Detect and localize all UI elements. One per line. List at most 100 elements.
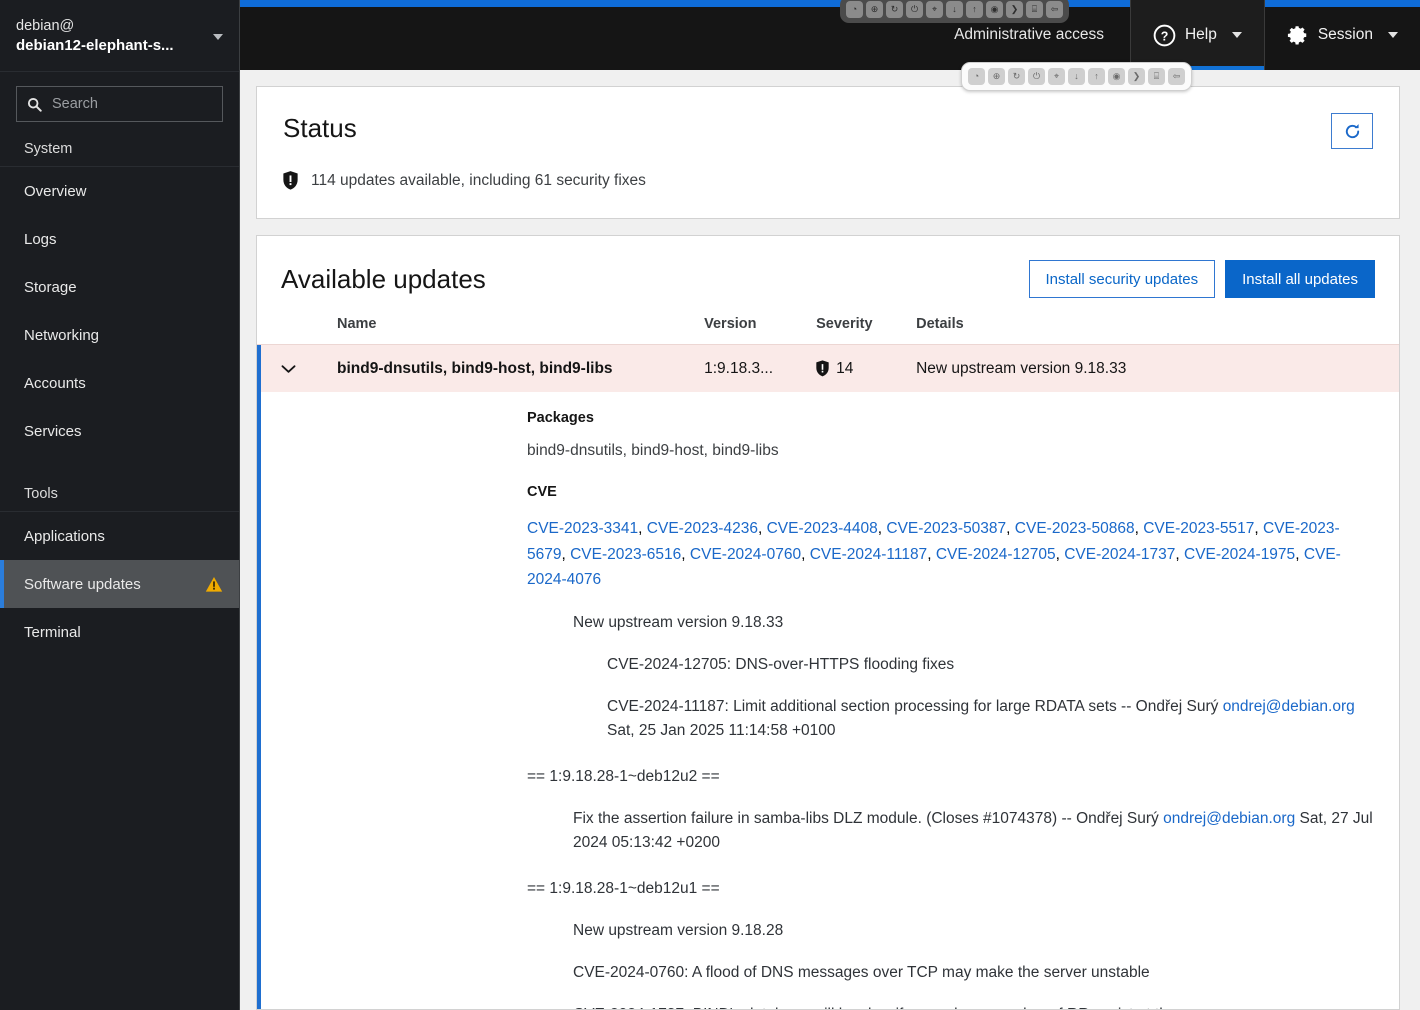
browser-icon[interactable]: ◔ [968,68,985,85]
administrative-access-label: Administrative access [954,26,1104,43]
help-circle-icon: ? [1153,24,1176,46]
install-security-updates-button[interactable]: Install security updates [1028,260,1216,298]
sidebar-item-label: Networking [24,326,100,344]
globe-icon[interactable]: ⊕ [866,1,883,18]
install-all-updates-button[interactable]: Install all updates [1225,260,1375,298]
terminal-icon[interactable]: ❯ [1128,68,1145,85]
host-switcher-labels: debian@ debian12-elephant-s... [16,17,174,55]
changelog-line: CVE-2024-11187: Limit additional section… [607,697,1355,739]
cockpit-window: debian@ debian12-elephant-s... System Ov… [0,0,1420,1010]
floating-dock-dark[interactable]: ◔ ⊕ ↻ ⏻ ⌖ ↓ ↑ ◉ ❯ ⌸ ⇦ [840,0,1069,23]
cve-link[interactable]: CVE-2024-1975 [1184,546,1295,563]
sidebar-item-networking[interactable]: Networking [0,311,239,359]
cve-link[interactable]: CVE-2023-6516 [570,546,681,563]
packages-label: Packages [527,410,594,426]
sidebar-item-services[interactable]: Services [0,407,239,455]
changelog-line: Fix the assertion failure in samba-libs … [573,809,1373,851]
back-icon[interactable]: ⇦ [1046,1,1063,18]
cve-link[interactable]: CVE-2024-0760 [690,546,801,563]
refresh-icon[interactable]: ↻ [1008,68,1025,85]
sidebar-item-software-updates[interactable]: Software updates [0,560,239,608]
cve-link[interactable]: CVE-2023-50387 [886,520,1006,537]
packages-value: bind9-dnsutils, bind9-host, bind9-libs [527,442,779,459]
nav-group-title-system: System [0,132,239,167]
record-icon[interactable]: ◉ [1108,68,1125,85]
help-menu-button[interactable]: ? Help [1129,0,1264,70]
sidebar-item-accounts[interactable]: Accounts [0,359,239,407]
download-icon[interactable]: ↓ [946,1,963,18]
refresh-icon [1345,123,1359,138]
terminal-icon[interactable]: ❯ [1006,1,1023,18]
chevron-down-icon [1231,32,1242,38]
cve-link[interactable]: CVE-2023-4408 [767,520,878,537]
back-icon[interactable]: ⇦ [1168,68,1185,85]
row-expanded-panel: Packages bind9-dnsutils, bind9-host, bin… [257,392,1399,1009]
compass-icon[interactable]: ⌖ [926,1,943,18]
sidebar-item-terminal[interactable]: Terminal [0,608,239,656]
host-switcher[interactable]: debian@ debian12-elephant-s... [0,0,239,72]
search-input[interactable] [52,96,239,112]
status-card: Status 114 updates available, including … [256,86,1400,219]
available-updates-card: Available updates Install security updat… [256,235,1400,1010]
sidebar-item-logs[interactable]: Logs [0,215,239,263]
row-details: New upstream version 9.18.33 [916,359,1127,377]
maintainer-email-link[interactable]: ondrej@debian.org [1223,698,1355,715]
nav-group-title-tools: Tools [0,477,239,512]
status-card-header: Status [283,113,1373,149]
chevron-down-icon [1388,32,1398,38]
sidebar-item-storage[interactable]: Storage [0,263,239,311]
column-header-name: Name [337,316,377,332]
session-label: Session [1317,26,1373,43]
row-version: 1:9.18.3... [704,359,774,377]
column-header-version: Version [704,316,757,332]
row-severity-count: 14 [836,359,854,377]
changelog: New upstream version 9.18.33 CVE-2024-127… [527,611,1375,1009]
updates-action-buttons: Install security updates Install all upd… [1028,260,1375,298]
gear-icon [1287,26,1307,45]
keyboard-icon[interactable]: ⌸ [1026,1,1043,18]
cve-link[interactable]: CVE-2024-12705 [936,546,1056,563]
maintainer-email-link[interactable]: ondrej@debian.org [1163,810,1295,827]
cve-link[interactable]: CVE-2023-50868 [1015,520,1135,537]
upload-icon[interactable]: ↑ [966,1,983,18]
status-message: 114 updates available, including 61 secu… [311,171,646,189]
power-icon[interactable]: ⏻ [906,1,923,18]
refresh-icon[interactable]: ↻ [886,1,903,18]
column-header-severity: Severity [816,316,873,332]
sidebar-item-applications[interactable]: Applications [0,512,239,560]
main-area: Administrative access ? Help Session Sta… [240,0,1420,1010]
globe-icon[interactable]: ⊕ [988,68,1005,85]
cve-link-list: CVE-2023-3341, CVE-2023-4236, CVE-2023-4… [527,520,1341,589]
power-icon[interactable]: ⏻ [1028,68,1045,85]
sidebar-item-overview[interactable]: Overview [0,167,239,215]
cve-link[interactable]: CVE-2023-4236 [647,520,758,537]
download-icon[interactable]: ↓ [1068,68,1085,85]
row-expand-toggle[interactable] [281,364,337,374]
row-severity: 14 [816,360,916,378]
changelog-line: New upstream version 9.18.33 [573,613,784,631]
session-menu-button[interactable]: Session [1263,0,1420,70]
record-icon[interactable]: ◉ [986,1,1003,18]
refresh-button[interactable] [1331,113,1373,149]
cve-link[interactable]: CVE-2024-1737 [1064,546,1175,563]
table-row[interactable]: bind9-dnsutils, bind9-host, bind9-libs 1… [257,344,1399,392]
browser-icon[interactable]: ◔ [846,1,863,18]
shield-exclamation-icon [283,171,298,190]
upload-icon[interactable]: ↑ [1088,68,1105,85]
changelog-line: CVE-2024-0760: A flood of DNS messages o… [573,963,1150,981]
sidebar-item-label: Storage [24,278,77,296]
content-scroll-area: Status 114 updates available, including … [240,70,1420,1010]
changelog-line: CVE-2024-12705: DNS-over-HTTPS flooding … [607,655,955,673]
updates-table-header: Name Version Severity Details [257,316,1399,344]
search-box[interactable] [16,86,239,122]
keyboard-icon[interactable]: ⌸ [1148,68,1165,85]
chevron-down-icon [281,364,296,373]
cve-link[interactable]: CVE-2024-11187 [810,546,927,563]
sidebar-item-label: Software updates [24,575,141,593]
compass-icon[interactable]: ⌖ [1048,68,1065,85]
floating-dock-light[interactable]: ◔ ⊕ ↻ ⏻ ⌖ ↓ ↑ ◉ ❯ ⌸ ⇦ [961,62,1192,91]
chevron-down-icon [213,33,223,40]
cve-link[interactable]: CVE-2023-3341 [527,520,638,537]
cve-link[interactable]: CVE-2023-5517 [1143,520,1254,537]
topbar: Administrative access ? Help Session [240,0,1420,70]
